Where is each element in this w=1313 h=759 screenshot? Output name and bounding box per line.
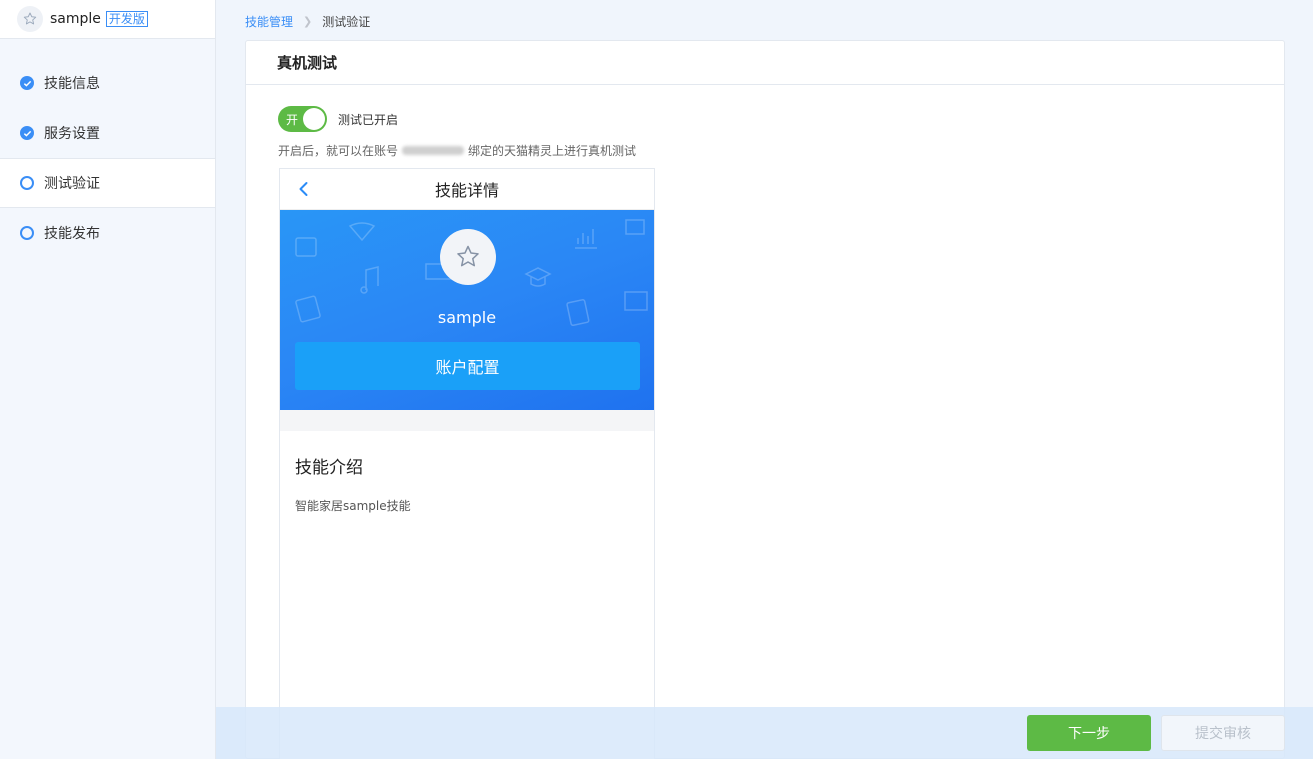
card-title: 真机测试 [246,41,1284,85]
phone-page-title: 技能详情 [434,181,499,200]
breadcrumb-current: 测试验证 [322,15,371,29]
phone-nav-bar: 技能详情 [280,169,654,210]
test-toggle-switch[interactable]: 开 [278,106,327,132]
bottom-action-bar: 下一步 提交审核 [216,707,1313,759]
skill-intro-title: 技能介绍 [295,458,363,478]
step-label: 技能发布 [44,226,100,242]
app-logo [17,6,43,32]
breadcrumb: 技能管理 ❯ 测试验证 [245,13,370,30]
step-label: 技能信息 [44,76,100,92]
chart-icon [575,229,597,249]
next-step-button[interactable]: 下一步 [1027,715,1151,751]
star-icon [23,12,37,25]
step-skill-publish[interactable]: 技能发布 [0,208,215,258]
hint-text-before: 开启后，就可以在账号 [278,144,399,158]
sidebar: sample 开发版 技能信息 服务设置 测试验证 技能发布 [0,0,216,759]
toggle-knob [303,108,325,130]
test-hint: 开启后，就可以在账号 绑定的天猫精灵上进行真机测试 [278,142,636,159]
cap-icon [524,267,552,287]
redacted-account [402,146,465,155]
circle-icon [20,176,34,190]
skill-logo [440,229,496,285]
music-note-icon [360,266,379,294]
skill-intro-text: 智能家居sample技能 [295,499,411,513]
dev-version-badge: 开发版 [105,11,148,27]
skill-name: sample [437,308,497,327]
breadcrumb-skill-management[interactable]: 技能管理 [245,13,293,30]
gift-icon [625,219,645,235]
phone-preview: 技能详情 sample 账户配置 技能介绍 智能家居sample技能 [279,168,655,759]
circle-icon [20,226,34,240]
step-test-verify[interactable]: 测试验证 [0,158,215,208]
step-label: 服务设置 [44,126,100,142]
step-label: 测试验证 [44,176,100,192]
toggle-status-label: 测试已开启 [338,112,399,127]
skill-banner: sample 账户配置 [280,210,654,410]
fan-icon [348,222,376,242]
step-nav: 技能信息 服务设置 测试验证 技能发布 [0,58,215,258]
app-name: sample [50,11,101,27]
section-divider [280,410,654,431]
account-config-button[interactable]: 账户配置 [295,342,640,390]
tag-icon [295,237,317,257]
toggle-on-text: 开 [286,113,299,127]
brand-header: sample 开发版 [0,0,215,39]
star-icon [457,245,479,267]
submit-review-button[interactable]: 提交审核 [1161,715,1285,751]
chevron-right-icon: ❯ [303,15,313,28]
hint-text-after: 绑定的天猫精灵上进行真机测试 [468,144,637,158]
step-skill-info[interactable]: 技能信息 [0,58,215,108]
step-service-settings[interactable]: 服务设置 [0,108,215,158]
back-arrow-icon[interactable] [294,179,314,199]
check-circle-icon [20,126,34,140]
test-toggle-row: 开 测试已开启 [278,106,398,132]
real-device-test-card: 真机测试 开 测试已开启 开启后，就可以在账号 绑定的天猫精灵上进行真机测试 技… [245,40,1285,759]
check-circle-icon [20,76,34,90]
